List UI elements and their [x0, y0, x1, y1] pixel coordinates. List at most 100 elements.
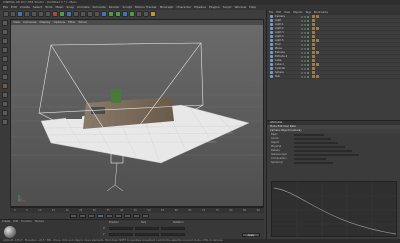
- object-tags[interactable]: [312, 55, 315, 58]
- previous-key-icon[interactable]: [79, 214, 86, 218]
- model-mode-icon[interactable]: [1, 29, 8, 35]
- attribute-field[interactable]: [294, 158, 326, 160]
- y-axis-icon[interactable]: [59, 11, 65, 17]
- object-tags[interactable]: [312, 35, 315, 38]
- redo-icon[interactable]: [10, 11, 16, 17]
- size-x-field[interactable]: [135, 227, 159, 230]
- edges-mode-icon[interactable]: [1, 65, 8, 71]
- move-icon[interactable]: [24, 11, 30, 17]
- material-menu-texture[interactable]: Texture: [35, 220, 44, 224]
- object-tags[interactable]: [312, 19, 315, 22]
- position-x-field[interactable]: [109, 227, 133, 230]
- render-view-icon[interactable]: [80, 11, 86, 17]
- previous-frame-icon[interactable]: [88, 214, 95, 218]
- subdivision-surface-icon[interactable]: [115, 11, 121, 17]
- visibility-toggles[interactable]: [301, 27, 309, 30]
- spline-pen-icon[interactable]: [108, 11, 114, 17]
- visibility-toggles[interactable]: [301, 47, 309, 50]
- om-menu-tags[interactable]: Tags: [305, 10, 311, 15]
- x-axis-icon[interactable]: [52, 11, 58, 17]
- autokey-icon[interactable]: [142, 214, 149, 218]
- live-selection-icon[interactable]: [17, 11, 23, 17]
- scale-icon[interactable]: [31, 11, 37, 17]
- deformer-icon[interactable]: [129, 11, 135, 17]
- polygons-mode-icon[interactable]: [1, 74, 8, 80]
- visibility-toggles[interactable]: [301, 23, 309, 26]
- make-editable-icon[interactable]: [1, 20, 8, 26]
- object-tags[interactable]: [312, 59, 315, 62]
- couch-prop[interactable]: [66, 111, 82, 119]
- visibility-toggles[interactable]: [301, 71, 309, 74]
- object-tags[interactable]: [312, 75, 319, 78]
- material-menu-create[interactable]: Create: [2, 220, 10, 224]
- attribute-field[interactable]: [294, 154, 359, 156]
- attribute-field[interactable]: [294, 162, 333, 164]
- attribute-graph[interactable]: [271, 181, 398, 238]
- apply-button[interactable]: Apply: [242, 233, 260, 237]
- z-axis-icon[interactable]: [66, 11, 72, 17]
- visibility-toggles[interactable]: [301, 43, 309, 46]
- render-settings-icon[interactable]: [94, 11, 100, 17]
- object-tags[interactable]: [312, 71, 315, 74]
- visibility-toggles[interactable]: [301, 59, 309, 62]
- tweak-mode-icon[interactable]: [1, 92, 8, 98]
- light-icon[interactable]: [150, 11, 156, 17]
- record-icon[interactable]: [133, 214, 140, 218]
- object-tags[interactable]: [312, 47, 315, 50]
- visibility-toggles[interactable]: [301, 39, 309, 42]
- object-row[interactable]: Null: [267, 75, 400, 79]
- visibility-toggles[interactable]: [301, 31, 309, 34]
- visibility-toggles[interactable]: [301, 35, 309, 38]
- object-tags[interactable]: [312, 51, 319, 54]
- attribute-field[interactable]: [294, 146, 345, 148]
- rotation-h-field[interactable]: [161, 227, 185, 230]
- object-tags[interactable]: [312, 39, 319, 42]
- rotate-icon[interactable]: [38, 11, 44, 17]
- workplane-icon[interactable]: [1, 47, 8, 53]
- axis-mode-icon[interactable]: [1, 83, 8, 89]
- material-swatch[interactable]: [4, 226, 16, 238]
- object-tags[interactable]: [312, 23, 315, 26]
- recent-tools-icon[interactable]: [45, 11, 51, 17]
- attribute-field[interactable]: [294, 150, 352, 152]
- attribute-field[interactable]: [294, 138, 331, 140]
- object-tags[interactable]: [312, 63, 319, 66]
- visibility-toggles[interactable]: [301, 15, 309, 18]
- attribute-field[interactable]: [294, 142, 338, 144]
- position-y-field[interactable]: [109, 233, 133, 236]
- undo-icon[interactable]: [3, 11, 9, 17]
- object-tags[interactable]: [312, 15, 319, 18]
- visibility-toggles[interactable]: [301, 55, 309, 58]
- object-tags[interactable]: [312, 27, 319, 30]
- visibility-toggles[interactable]: [301, 51, 309, 54]
- go-to-end-icon[interactable]: [124, 214, 131, 218]
- camera-icon[interactable]: [143, 11, 149, 17]
- attribute-field[interactable]: [294, 134, 324, 136]
- workplane-lock-icon[interactable]: [1, 110, 8, 116]
- size-y-field[interactable]: [135, 233, 159, 236]
- object-tags[interactable]: [312, 67, 315, 70]
- render-picture-viewer-icon[interactable]: [87, 11, 93, 17]
- next-frame-icon[interactable]: [106, 214, 113, 218]
- perspective-viewport[interactable]: View Cameras Display Options Filter Pane…: [10, 19, 264, 207]
- snapping-icon[interactable]: [1, 101, 8, 107]
- visibility-toggles[interactable]: [301, 19, 309, 22]
- next-key-icon[interactable]: [115, 214, 122, 218]
- falloff-curve[interactable]: [273, 187, 397, 235]
- object-tags[interactable]: [312, 31, 315, 34]
- points-mode-icon[interactable]: [1, 56, 8, 62]
- texture-mode-icon[interactable]: [1, 38, 8, 44]
- object-tags[interactable]: [312, 43, 315, 46]
- solo-mode-icon[interactable]: [1, 119, 8, 125]
- material-menu-function[interactable]: Function: [21, 220, 32, 224]
- array-icon[interactable]: [122, 11, 128, 17]
- floor-icon[interactable]: [136, 11, 142, 17]
- visibility-toggles[interactable]: [301, 67, 309, 70]
- visibility-toggles[interactable]: [301, 75, 309, 78]
- rotation-p-field[interactable]: [161, 233, 185, 236]
- play-icon[interactable]: [97, 214, 104, 218]
- go-to-start-icon[interactable]: [70, 214, 77, 218]
- cube-icon[interactable]: [101, 11, 107, 17]
- coordinate-system-icon[interactable]: [73, 11, 79, 17]
- visibility-toggles[interactable]: [301, 63, 309, 66]
